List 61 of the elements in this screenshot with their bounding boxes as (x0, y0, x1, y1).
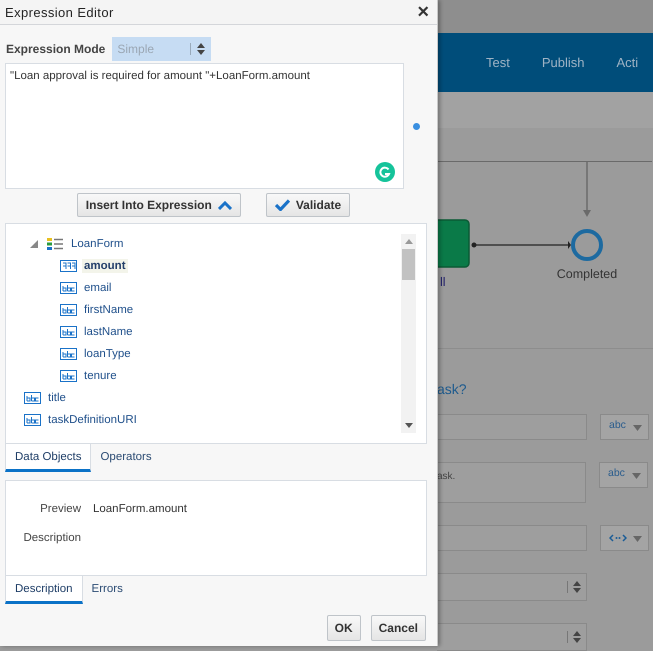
caret-icon (633, 536, 642, 542)
text-type-icon (60, 370, 77, 382)
text-type-icon (60, 304, 77, 316)
expression-field[interactable]: "Loan approval is required for amount "+LoanForm.amount (5, 63, 404, 189)
type-button[interactable] (600, 525, 649, 551)
dot-icon (413, 122, 420, 130)
tree-item[interactable]: loanType (82, 347, 133, 361)
text-area[interactable]: ask. (437, 462, 586, 503)
end-event[interactable] (571, 229, 603, 261)
nav-link[interactable]: Acti (616, 55, 638, 70)
spinner-icon (190, 43, 206, 55)
expression-text: "Loan approval is required for amount "+LoanForm.amount (10, 70, 310, 82)
tree-item[interactable]: taskDefinitionURI (46, 413, 139, 427)
tree-item[interactable]: LoanForm (69, 237, 126, 251)
close-button[interactable]: × (417, 2, 429, 22)
field-label: Description (22, 532, 81, 544)
collapse-icon[interactable] (30, 240, 38, 248)
cancel-button[interactable]: Cancel (370, 615, 426, 641)
scroll-up-icon (404, 239, 412, 244)
scroll-down-icon (404, 423, 412, 428)
task-node[interactable] (437, 219, 470, 268)
node-label: Completed (556, 267, 618, 281)
caret-icon (218, 200, 232, 210)
tab[interactable]: Data Objects (5, 444, 92, 472)
insert-button[interactable]: Insert Into Expression (76, 193, 241, 217)
text-type-icon (24, 414, 41, 426)
scrollbar[interactable] (401, 234, 416, 433)
scroll-thumb[interactable] (402, 249, 415, 280)
select-field[interactable] (437, 573, 587, 601)
field-label: Expression Mode (6, 42, 106, 56)
input-field[interactable] (437, 525, 587, 551)
tree-item[interactable]: email (82, 281, 114, 295)
preview-text: LoanForm.amount (93, 503, 188, 515)
tab[interactable]: Description (5, 576, 83, 604)
nav-link[interactable]: Test (486, 55, 510, 70)
text-type-icon (60, 348, 77, 360)
tree-item[interactable]: amount (82, 259, 128, 273)
input-field[interactable] (437, 414, 587, 440)
caret-icon (632, 473, 641, 479)
tree-item[interactable]: tenure (82, 369, 119, 383)
tab[interactable]: Errors (82, 576, 132, 604)
tree-item[interactable]: lastName (82, 325, 135, 339)
caret-icon (633, 425, 642, 431)
text-type-icon (60, 282, 77, 294)
field-label: Preview (39, 503, 81, 515)
ok-button[interactable]: OK (326, 615, 361, 641)
text-type-icon (60, 326, 77, 338)
check-icon (274, 199, 290, 211)
select-field[interactable] (437, 623, 587, 651)
window-title: Expression Editor (5, 4, 114, 20)
code-icon (609, 534, 627, 542)
node-label: ll (440, 275, 446, 289)
tree-item[interactable]: title (46, 391, 68, 405)
nav-link[interactable]: Publish (542, 55, 584, 70)
tree-item[interactable]: firstName (82, 303, 136, 317)
number-type-icon (60, 260, 77, 272)
grammar-icon (375, 162, 395, 182)
text-type-icon (24, 392, 41, 404)
validate-button[interactable]: Validate (266, 193, 350, 217)
tab[interactable]: Operators (91, 444, 161, 472)
form-icon (47, 237, 64, 251)
